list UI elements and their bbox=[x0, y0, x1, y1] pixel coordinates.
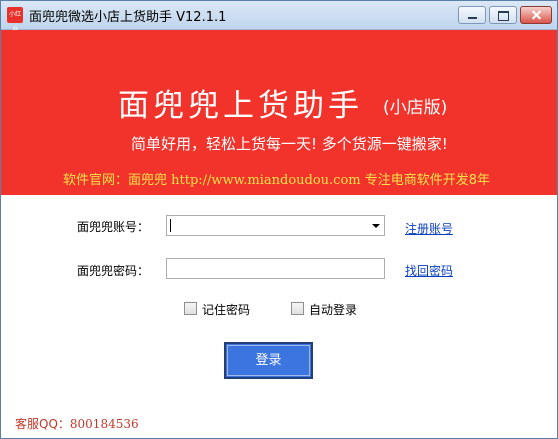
register-account-link[interactable]: 注册账号 bbox=[405, 220, 453, 237]
auto-login-label[interactable]: 自动登录 bbox=[309, 301, 357, 318]
account-label: 面兜兜账号： bbox=[77, 220, 150, 234]
chevron-down-icon[interactable] bbox=[372, 224, 380, 228]
auto-login-checkbox[interactable] bbox=[291, 302, 304, 315]
password-input[interactable] bbox=[167, 260, 384, 280]
maximize-button[interactable] bbox=[489, 6, 517, 24]
site-prefix: 软件官网：面兜兜 bbox=[63, 173, 172, 188]
promo-banner: 面兜兜上货助手 (小店版) 简单好用，轻松上货每一天! 多个货源一键搬家! 软件… bbox=[1, 30, 557, 195]
password-label: 面兜兜密码： bbox=[77, 264, 150, 278]
account-combobox[interactable] bbox=[166, 215, 385, 237]
login-button[interactable]: 登录 bbox=[224, 342, 313, 379]
banner-slogan: 简单好用，轻松上货每一天! 多个货源一键搬家! bbox=[131, 135, 448, 153]
recover-password-link[interactable]: 找回密码 bbox=[405, 262, 453, 279]
service-label: 客服QQ： bbox=[15, 417, 70, 431]
site-suffix: 专注电商软件开发8年 bbox=[360, 173, 491, 188]
banner-website-line: 软件官网：面兜兜 http://www.miandoudou.com 专注电商软… bbox=[63, 169, 490, 188]
window-title: 面兜兜微选小店上货助手 V12.1.1 bbox=[29, 10, 227, 25]
app-window: 小红书 面兜兜微选小店上货助手 V12.1.1 面兜兜上货助手 (小店版) 简单… bbox=[0, 0, 558, 439]
title-bar[interactable]: 小红书 面兜兜微选小店上货助手 V12.1.1 bbox=[1, 1, 557, 34]
remember-password-checkbox[interactable] bbox=[184, 302, 197, 315]
password-field[interactable] bbox=[166, 258, 385, 280]
service-qq-number: 800184536 bbox=[69, 417, 139, 431]
customer-service-qq: 客服QQ：800184536 bbox=[15, 415, 139, 432]
remember-password-label[interactable]: 记住密码 bbox=[202, 301, 250, 318]
account-input[interactable] bbox=[167, 217, 384, 237]
close-button[interactable] bbox=[520, 6, 552, 24]
banner-title: 面兜兜上货助手 bbox=[118, 88, 363, 124]
banner-edition: (小店版) bbox=[383, 98, 448, 118]
site-url: http://www.miandoudou.com bbox=[171, 173, 361, 188]
app-logo-icon: 小红书 bbox=[7, 7, 23, 34]
minimize-button[interactable] bbox=[458, 6, 486, 24]
text-caret bbox=[170, 219, 171, 232]
